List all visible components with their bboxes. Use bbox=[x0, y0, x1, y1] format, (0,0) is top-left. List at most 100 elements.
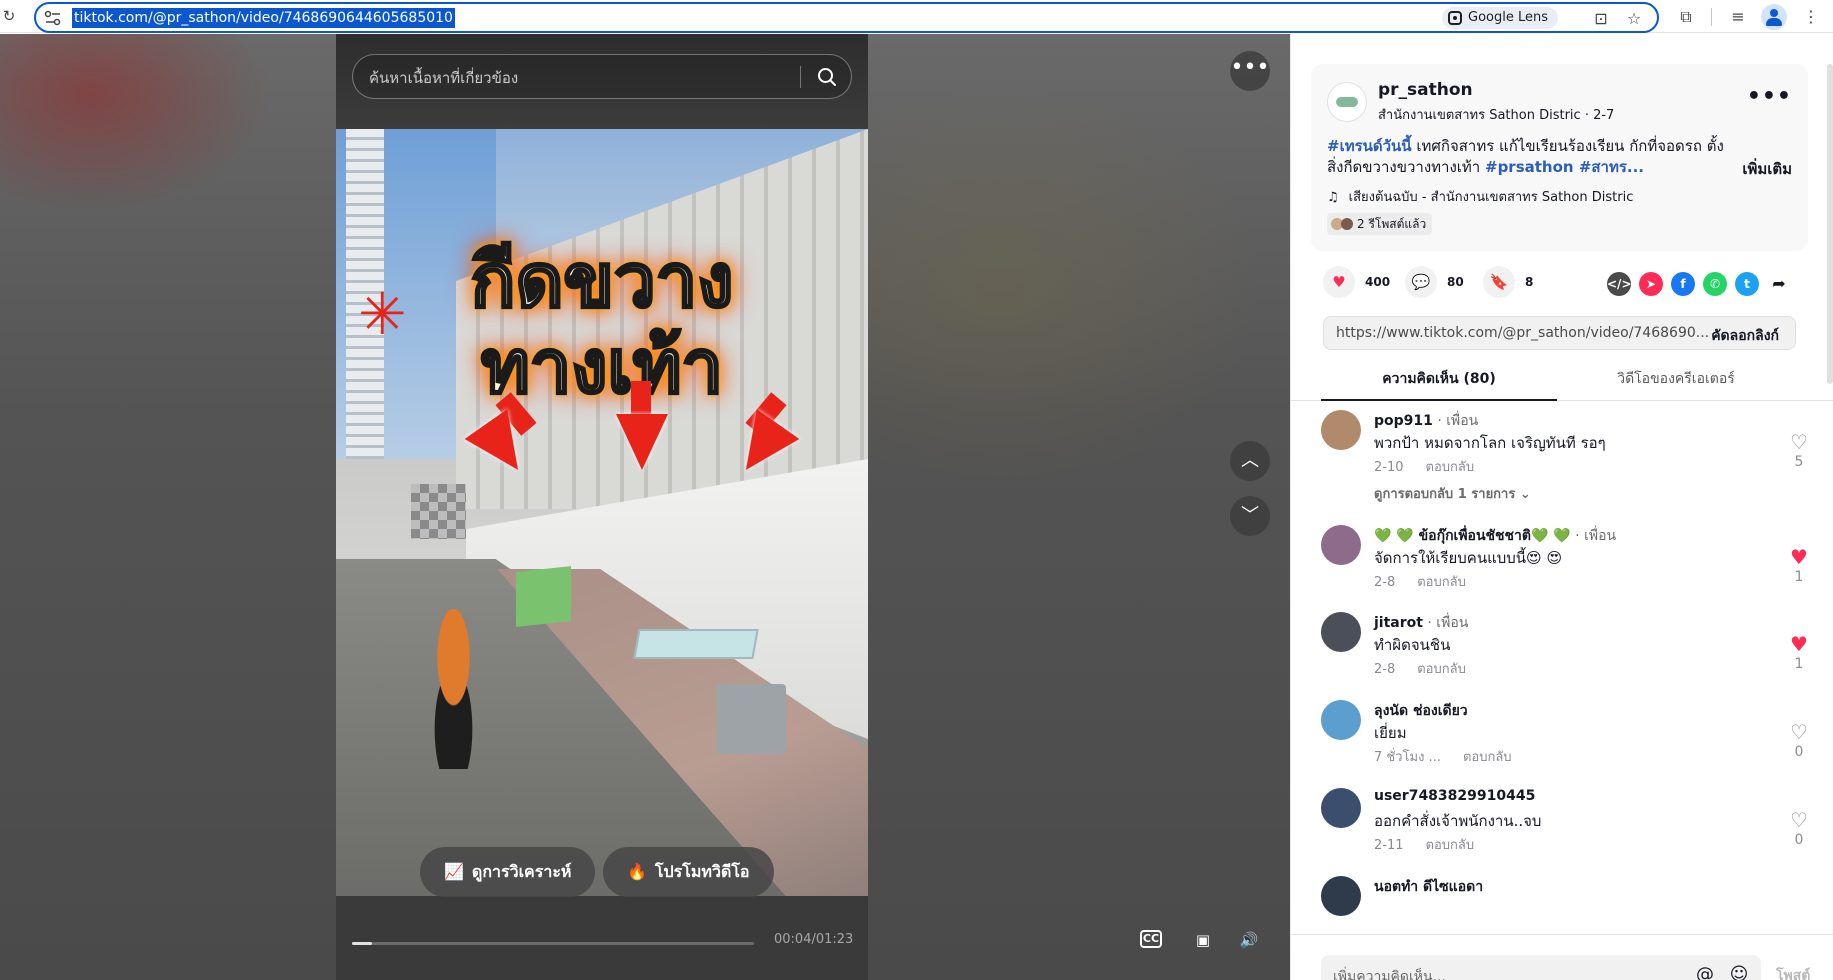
browser-toolbar: ↻ tiktok.com/@pr_sathon/video/7468690644… bbox=[0, 0, 1833, 33]
comment-like-button[interactable]: ♥ 1 bbox=[1787, 634, 1811, 672]
video-stage: ✳ กีดขวาง ทางเท้า ค้นหาเนื้อหาที่เกี่ยวข… bbox=[0, 34, 1290, 980]
author-username[interactable]: pr_sathon bbox=[1378, 80, 1473, 100]
action-bar: ♥ 400 💬 80 🔖 8 </> ➤ f ✆ t ➦ bbox=[1311, 266, 1808, 302]
site-settings-icon[interactable] bbox=[44, 10, 62, 26]
comment-username[interactable]: user7483829910445 bbox=[1374, 788, 1535, 804]
see-more-button[interactable]: เพิ่มเติม bbox=[1742, 157, 1792, 181]
video-headline-line2: ทางเท้า bbox=[479, 323, 724, 412]
send-to-friend-icon[interactable]: ➤ bbox=[1639, 272, 1663, 296]
reply-button[interactable]: ตอบกลับ bbox=[1417, 575, 1466, 590]
avatar[interactable] bbox=[1321, 612, 1361, 652]
tab-comments[interactable]: ความคิดเห็น (80) bbox=[1321, 368, 1557, 390]
author-avatar[interactable] bbox=[1327, 82, 1367, 122]
related-search-input[interactable]: ค้นหาเนื้อหาที่เกี่ยวข้อง bbox=[352, 54, 852, 99]
hashtag-link[interactable]: #สาทร... bbox=[1574, 158, 1644, 176]
avatar[interactable] bbox=[1321, 876, 1361, 916]
tab-creator-videos[interactable]: วิดีโอของครีเอเตอร์ bbox=[1558, 368, 1794, 390]
comment-like-button[interactable]: ♥ 1 bbox=[1787, 547, 1811, 585]
address-bar[interactable]: tiktok.com/@pr_sathon/video/746869064460… bbox=[34, 2, 1659, 33]
url-text[interactable]: tiktok.com/@pr_sathon/video/746869064460… bbox=[72, 8, 455, 28]
reply-button[interactable]: ตอบกลับ bbox=[1426, 460, 1475, 475]
captions-icon[interactable]: CC bbox=[1140, 930, 1162, 948]
install-app-icon[interactable]: ⊡ bbox=[1590, 8, 1612, 30]
comment-like-button[interactable]: ♡ 0 bbox=[1787, 810, 1811, 848]
comment-item: นอตทำ ดีไซแอดา bbox=[1321, 876, 1811, 930]
post-comment-button[interactable]: โพสต์ bbox=[1776, 965, 1810, 980]
video-progress-bar[interactable] bbox=[352, 942, 754, 945]
comment-username[interactable]: pop911 · เพื่อน bbox=[1374, 410, 1478, 432]
volume-icon[interactable]: 🔊 bbox=[1235, 926, 1263, 954]
comment-text: เยี่ยม bbox=[1374, 724, 1407, 742]
lens-icon bbox=[1448, 11, 1462, 25]
panel-scrollbar[interactable] bbox=[1827, 64, 1833, 384]
next-video-chevron-down-icon[interactable]: ﹀ bbox=[1230, 496, 1270, 536]
embed-code-icon[interactable]: </> bbox=[1607, 272, 1632, 296]
media-control-icon[interactable]: ≡ bbox=[1726, 5, 1750, 29]
comment-input[interactable]: เพิ่มความคิดเห็น... @ ☺ bbox=[1321, 955, 1761, 980]
reply-button[interactable]: ตอบกลับ bbox=[1417, 662, 1466, 677]
browser-menu-icon[interactable]: ⋮ bbox=[1799, 5, 1823, 29]
avatar[interactable] bbox=[1321, 525, 1361, 565]
avatar[interactable] bbox=[1321, 410, 1361, 450]
hashtag-link[interactable]: #เทรนด์วันนี้ bbox=[1327, 137, 1412, 155]
comment-meta: 2-10 ตอบกลับ bbox=[1374, 460, 1475, 475]
comment-button[interactable]: 💬 80 bbox=[1405, 266, 1464, 298]
avatar[interactable] bbox=[1321, 788, 1361, 828]
comment-username[interactable]: ลุงนัด ช่องเดียว bbox=[1374, 700, 1468, 722]
comment-username[interactable]: นอตทำ ดีไซแอดา bbox=[1374, 876, 1483, 898]
video-player[interactable]: ✳ กีดขวาง ทางเท้า ค้นหาเนื้อหาที่เกี่ยวข… bbox=[336, 34, 868, 980]
comment-placeholder: เพิ่มความคิดเห็น... bbox=[1333, 969, 1446, 980]
favorite-button[interactable]: 🔖 8 bbox=[1483, 266, 1533, 298]
repost-badge[interactable]: 2 รีโพสต์แล้ว bbox=[1327, 213, 1433, 235]
comment-item: 💚 💚 ข้อกุ๊กเพื่อนชัชชาติ💚 💚 · เพื่อน จัด… bbox=[1321, 525, 1811, 605]
reload-icon[interactable]: ↻ bbox=[0, 5, 18, 27]
comment-item: pop911 · เพื่อน พวกป้า หมดจากโลก เจริญทั… bbox=[1321, 410, 1811, 502]
google-lens-button[interactable]: Google Lens bbox=[1442, 7, 1558, 29]
comment-meta: 2-8 ตอบกลับ bbox=[1374, 575, 1466, 590]
comment-username[interactable]: 💚 💚 ข้อกุ๊กเพื่อนชัชชาติ💚 💚 · เพื่อน bbox=[1374, 525, 1616, 547]
comment-item: jitarot · เพื่อน ทำผิดจนชิน 2-8 ตอบกลับ ♥… bbox=[1321, 612, 1811, 692]
post-more-icon[interactable]: ••• bbox=[1747, 84, 1792, 109]
side-panel: pr_sathon สำนักงานเขตสาทร Sathon Distric… bbox=[1290, 34, 1833, 980]
bookmark-star-icon[interactable]: ☆ bbox=[1623, 8, 1645, 30]
view-replies-button[interactable]: ดูการตอบกลับ 1 รายการ ⌄ bbox=[1374, 483, 1531, 504]
reply-button[interactable]: ตอบกลับ bbox=[1426, 838, 1475, 853]
heart-outline-icon: ♡ bbox=[1790, 720, 1808, 744]
share-arrow-icon[interactable]: ➦ bbox=[1767, 272, 1791, 296]
copy-link-button[interactable]: คัดลอกลิงก์ bbox=[1711, 325, 1779, 347]
hashtag-link[interactable]: #prsathon bbox=[1485, 158, 1574, 176]
like-button[interactable]: ♥ 400 bbox=[1323, 266, 1390, 298]
reply-button[interactable]: ตอบกลับ bbox=[1463, 750, 1512, 765]
previous-video-chevron-up-icon[interactable]: ︿ bbox=[1230, 441, 1270, 481]
red-arrow-icon bbox=[616, 414, 668, 470]
pixelated-face bbox=[411, 484, 466, 539]
mention-icon[interactable]: @ bbox=[1693, 963, 1717, 980]
more-options-icon[interactable]: ••• bbox=[1230, 51, 1270, 91]
profile-avatar-icon[interactable] bbox=[1761, 4, 1787, 30]
comment-text: พวกป้า หมดจากโลก เจริญทันที รอๆ bbox=[1374, 434, 1606, 452]
comment-like-button[interactable]: ♡ 5 bbox=[1787, 432, 1811, 470]
promote-video-button[interactable]: 🔥 โปรโมทวิดีโอ bbox=[603, 847, 774, 897]
avatar[interactable] bbox=[1321, 700, 1361, 740]
extensions-icon[interactable]: ⧉ bbox=[1674, 5, 1698, 29]
video-frame[interactable]: ✳ กีดขวาง ทางเท้า bbox=[336, 129, 868, 896]
comment-like-button[interactable]: ♡ 0 bbox=[1787, 722, 1811, 760]
picture-in-picture-icon[interactable]: ▣ bbox=[1189, 926, 1217, 954]
whatsapp-icon[interactable]: ✆ bbox=[1703, 272, 1727, 296]
search-icon[interactable] bbox=[817, 67, 837, 87]
author-subtitle: สำนักงานเขตสาทร Sathon Distric · 2-7 bbox=[1378, 108, 1615, 123]
comment-text: ออกคำสั่งเจ้าพนักงาน..จบ bbox=[1374, 812, 1542, 830]
flame-icon: 🔥 bbox=[627, 862, 647, 881]
facebook-icon[interactable]: f bbox=[1671, 272, 1695, 296]
bookmark-icon: 🔖 bbox=[1483, 266, 1515, 298]
comment-username[interactable]: jitarot · เพื่อน bbox=[1374, 612, 1468, 634]
share-link-text[interactable]: https://www.tiktok.com/@pr_sathon/video/… bbox=[1336, 325, 1709, 341]
music-link[interactable]: ♫ เสียงต้นฉบับ - สำนักงานเขตสาทร Sathon D… bbox=[1327, 186, 1633, 207]
view-analytics-button[interactable]: 📈 ดูการวิเคราะห์ bbox=[420, 847, 596, 897]
post-info-card: pr_sathon สำนักงานเขตสาทร Sathon Distric… bbox=[1311, 64, 1808, 251]
music-note-icon: ♫ bbox=[1327, 190, 1339, 205]
twitter-icon[interactable]: t bbox=[1735, 272, 1759, 296]
comment-item: user7483829910445 ออกคำสั่งเจ้าพนักงาน..… bbox=[1321, 788, 1811, 868]
emoji-icon[interactable]: ☺ bbox=[1727, 963, 1751, 980]
comment-meta: 2-11 ตอบกลับ bbox=[1374, 838, 1475, 853]
